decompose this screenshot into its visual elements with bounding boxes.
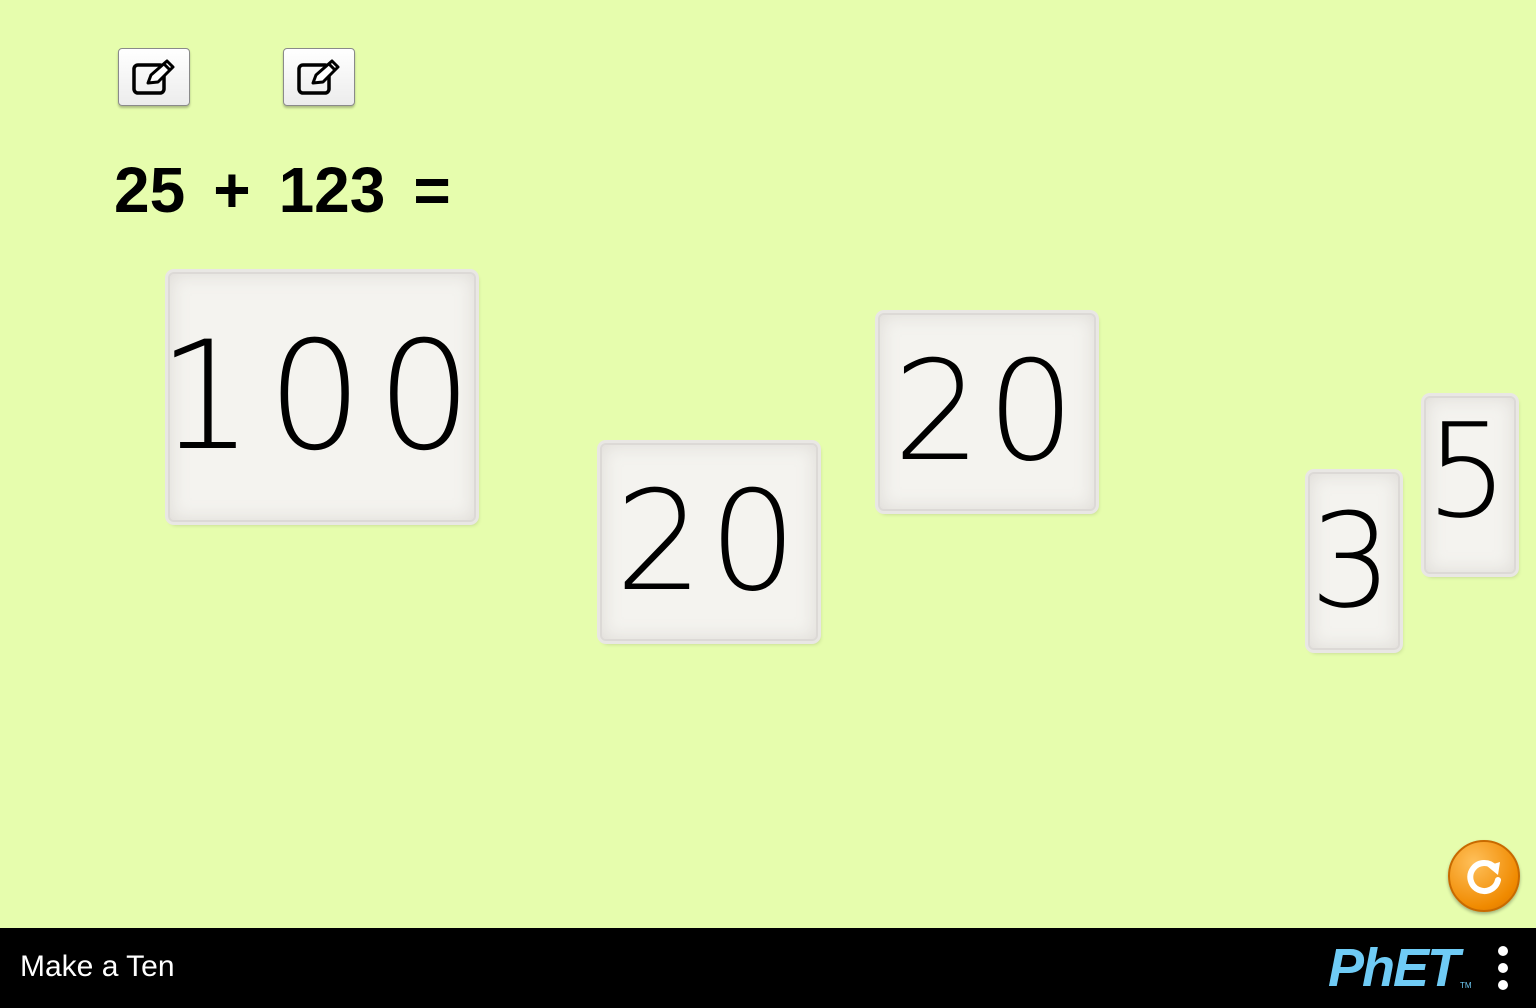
left-operand: 25 <box>114 154 186 226</box>
reset-all-button[interactable] <box>1448 840 1520 912</box>
edit-right-operand-button[interactable] <box>283 48 355 106</box>
phet-logo-text: PhET <box>1328 938 1460 998</box>
number-card-3[interactable]: 3 <box>1308 472 1400 650</box>
card-value: 20 <box>615 461 803 622</box>
card-value: 5 <box>1425 395 1515 547</box>
equation: 25 + 123 = <box>114 150 451 230</box>
number-card-20-lower[interactable]: 20 <box>600 443 818 641</box>
card-value: 100 <box>157 310 487 484</box>
edit-left-operand-button[interactable] <box>118 48 190 106</box>
equals-sign: = <box>413 154 451 226</box>
menu-icon[interactable] <box>1488 942 1518 994</box>
sim-title: Make a Ten <box>20 950 175 983</box>
navigation-bar: Make a Ten PhET TM <box>0 928 1536 1008</box>
right-operand: 123 <box>278 154 386 226</box>
reset-icon <box>1467 860 1501 895</box>
number-card-5[interactable]: 5 <box>1424 396 1516 574</box>
play-area: 25 + 123 = 100 20 20 3 5 <box>0 0 1536 928</box>
phet-logo-trademark: TM <box>1460 981 1472 990</box>
plus-sign: + <box>213 154 251 226</box>
phet-logo[interactable]: PhET TM <box>1328 940 1472 996</box>
number-card-100[interactable]: 100 <box>158 272 476 522</box>
card-value: 3 <box>1309 485 1399 637</box>
card-value: 20 <box>893 331 1081 492</box>
number-card-20-upper[interactable]: 20 <box>878 313 1096 511</box>
edit-icon <box>132 59 175 95</box>
edit-icon <box>297 59 340 95</box>
